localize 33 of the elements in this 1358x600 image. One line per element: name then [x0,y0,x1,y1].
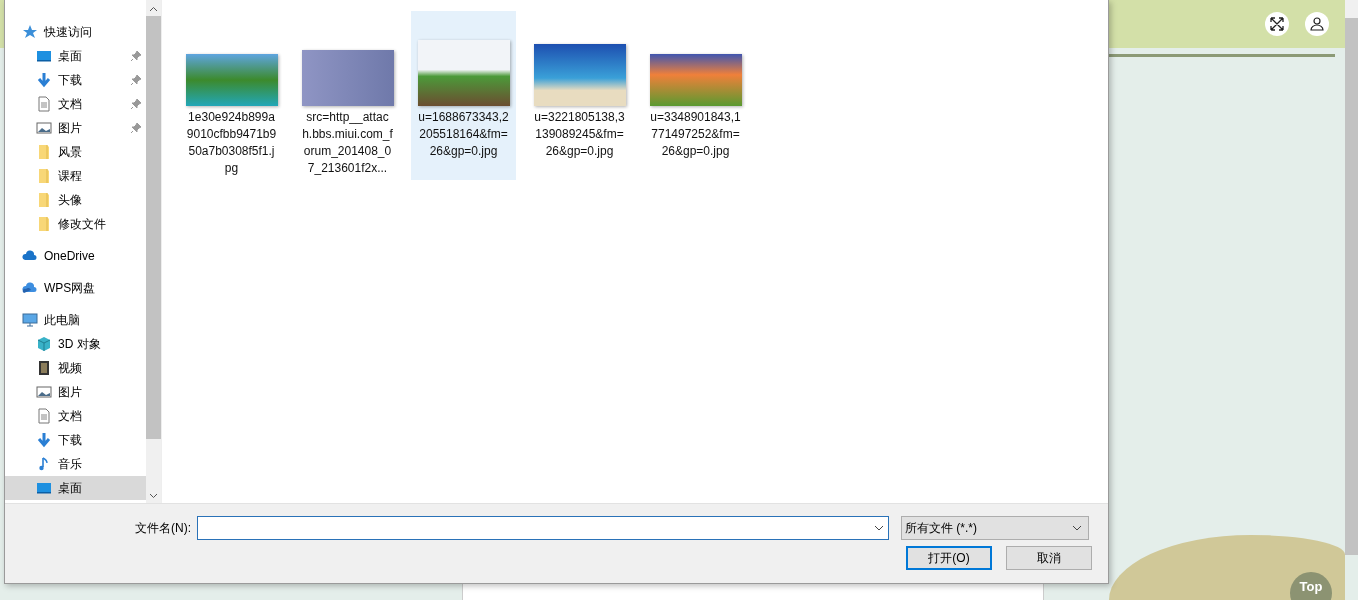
file-item[interactable]: 1e30e924b899a9010cfbb9471b950a7b0308f5f1.jpg [179,11,284,180]
nav-item[interactable]: 图片 [5,380,146,404]
file-item[interactable]: u=3221805138,3139089245&fm=26&gp=0.jpg [527,11,632,180]
nav-item[interactable]: 文档 [5,404,146,428]
nav-item[interactable]: 3D 对象 [5,332,146,356]
file-item[interactable]: u=3348901843,1771497252&fm=26&gp=0.jpg [643,11,748,180]
nav-item[interactable]: 修改文件 [5,212,146,236]
file-type-dropdown[interactable]: 所有文件 (*.*) [901,516,1089,540]
nav-item[interactable]: 下载 [5,428,146,452]
nav-item[interactable]: OneDrive [5,244,146,268]
nav-item[interactable]: 下载 [5,68,146,92]
nav-item[interactable]: 文档 [5,92,146,116]
file-name: src=http__attach.bbs.miui.com_forum_201408_07_213601f2x... [301,109,394,177]
nav-item[interactable]: 音乐 [5,452,146,476]
file-item[interactable]: src=http__attach.bbs.miui.com_forum_201408_07_213601f2x... [295,11,400,180]
nav-item[interactable]: WPS网盘 [5,276,146,300]
nav-item[interactable]: 视频 [5,356,146,380]
file-item[interactable]: u=1688673343,2205518164&fm=26&gp=0.jpg [411,11,516,180]
nav-item[interactable]: 课程 [5,164,146,188]
nav-item[interactable]: 桌面 [5,44,146,68]
file-name: 1e30e924b899a9010cfbb9471b950a7b0308f5f1.jpg [185,109,278,177]
dialog-button[interactable]: 打开(O) [906,546,992,570]
dialog-button[interactable]: 取消 [1006,546,1092,570]
nav-item[interactable]: 快速访问 [5,20,146,44]
nav-item[interactable]: 图片 [5,116,146,140]
nav-item[interactable]: 头像 [5,188,146,212]
nav-item[interactable]: 风景 [5,140,146,164]
nav-item[interactable]: 桌面 [5,476,146,500]
file-name: u=3221805138,3139089245&fm=26&gp=0.jpg [533,109,626,160]
nav-item[interactable]: 此电脑 [5,308,146,332]
file-name: u=1688673343,2205518164&fm=26&gp=0.jpg [417,109,510,160]
file-name: u=3348901843,1771497252&fm=26&gp=0.jpg [649,109,742,160]
filename-label: 文件名(N): [135,519,192,537]
